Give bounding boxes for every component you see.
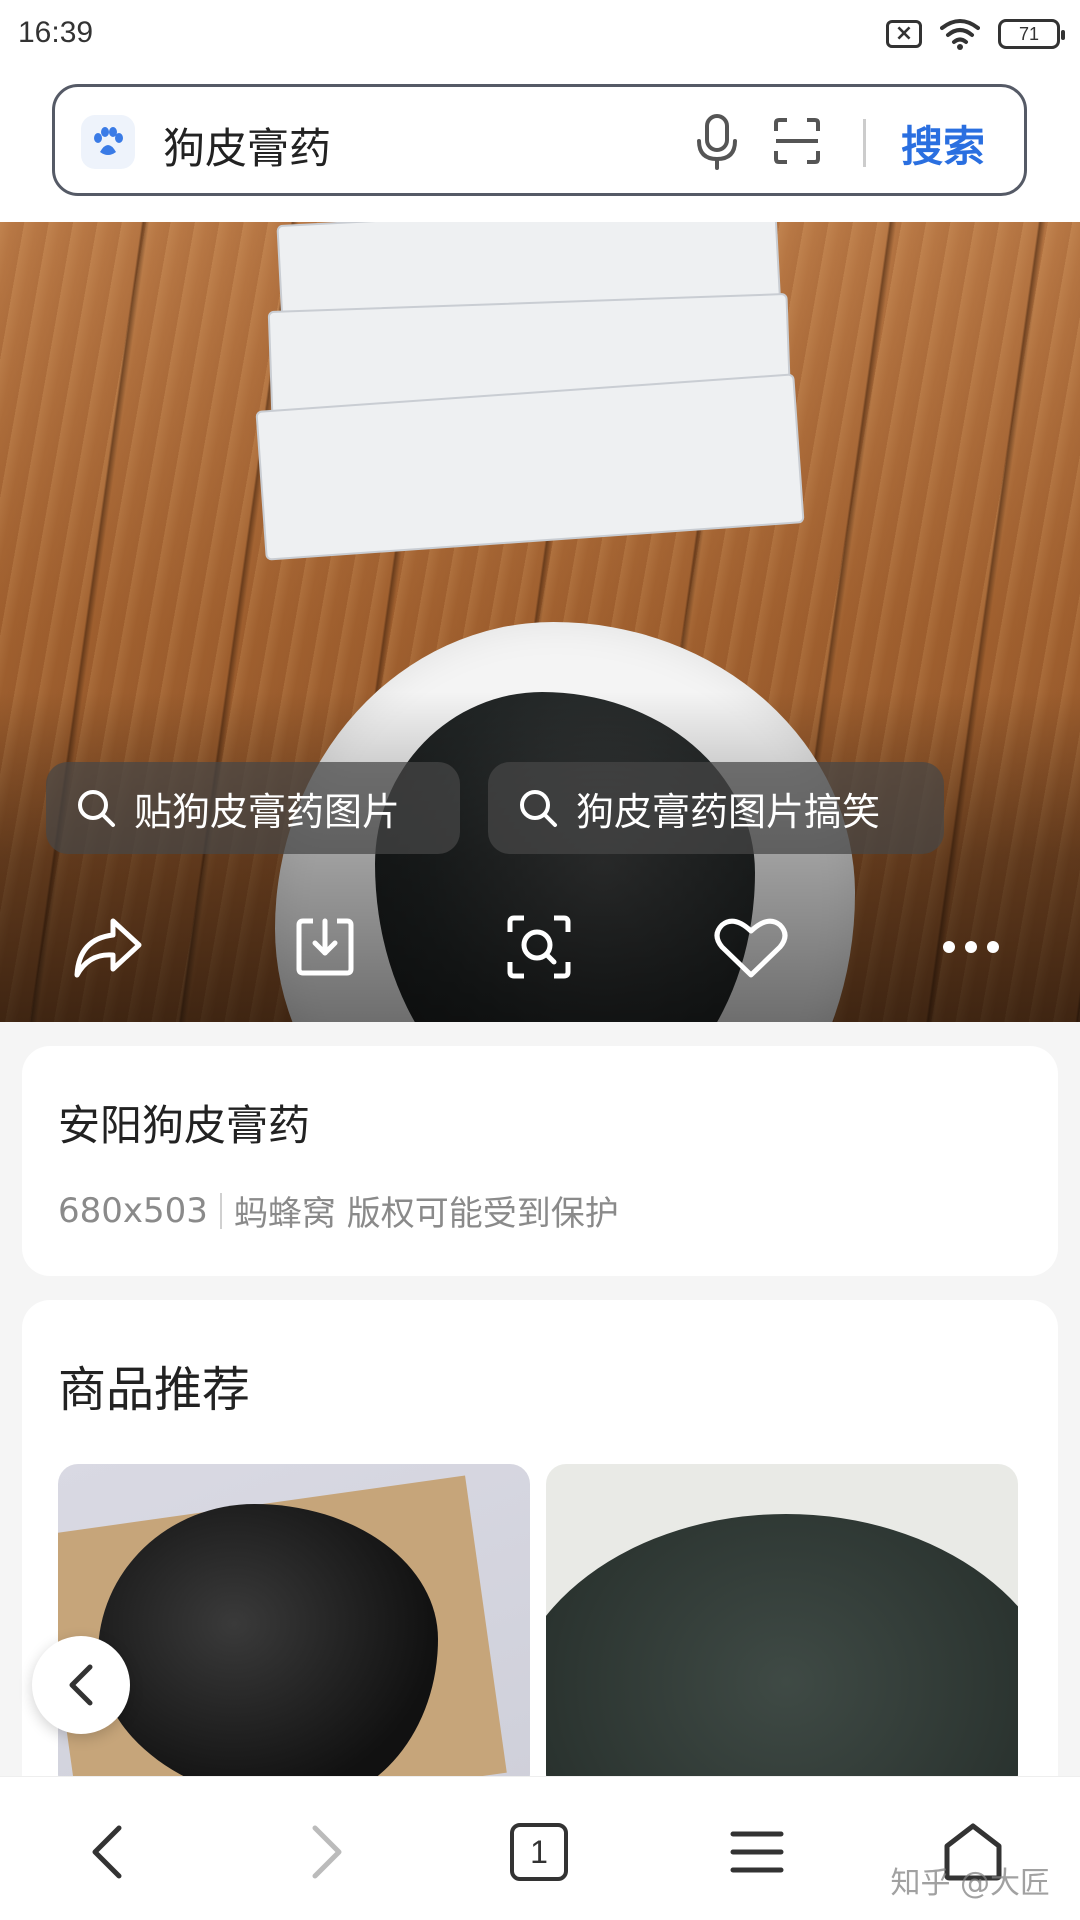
result-image[interactable]: 贴狗皮膏药图片 狗皮膏药图片搞笑 — [0, 222, 1080, 1022]
image-actions — [0, 902, 1080, 1002]
baidu-paw-icon — [81, 115, 135, 169]
back-icon[interactable] — [62, 1807, 152, 1897]
meta-divider — [219, 1192, 222, 1229]
download-icon[interactable] — [280, 902, 370, 992]
status-time: 16:39 — [18, 16, 94, 49]
related-search-label: 狗皮膏药图片搞笑 — [576, 789, 881, 834]
search-icon — [78, 790, 115, 827]
image-source: 蚂蜂窝 版权可能受到保护 — [233, 1194, 619, 1234]
microphone-icon[interactable] — [695, 113, 739, 175]
more-icon[interactable] — [926, 902, 1016, 992]
search-divider — [863, 119, 866, 167]
related-search-chip[interactable]: 贴狗皮膏药图片 — [46, 762, 460, 854]
section-title: 商品推荐 — [58, 1362, 251, 1418]
watermark: 知乎 @大匠 — [890, 1866, 1050, 1901]
scan-icon[interactable] — [773, 117, 821, 169]
image-paper-stack — [250, 222, 810, 632]
sim-off-icon: × — [886, 20, 922, 48]
chevron-left-icon — [69, 1664, 93, 1706]
wifi-icon — [940, 19, 980, 50]
image-title[interactable]: 安阳狗皮膏药 — [58, 1092, 310, 1153]
status-icons: × 71 — [886, 18, 1065, 50]
image-meta: 680x503 蚂蜂窝 版权可能受到保护 — [58, 1186, 619, 1235]
tabs-icon[interactable]: 1 — [494, 1807, 584, 1897]
product-thumbnail[interactable] — [546, 1464, 1018, 1794]
tab-count: 1 — [510, 1823, 568, 1881]
image-info-card: 安阳狗皮膏药 680x503 蚂蜂窝 版权可能受到保护 — [22, 1046, 1058, 1276]
search-icon — [520, 790, 557, 827]
search-box[interactable]: 狗皮膏药 搜索 — [52, 84, 1027, 196]
menu-icon[interactable] — [712, 1807, 802, 1897]
search-button[interactable]: 搜索 — [901, 113, 985, 174]
search-header: 狗皮膏药 搜索 — [0, 72, 1080, 222]
product-thumbnail[interactable] — [58, 1464, 530, 1794]
battery-indicator: 71 — [998, 19, 1065, 49]
battery-level: 71 — [1018, 23, 1040, 44]
floating-back-button[interactable] — [32, 1636, 130, 1734]
image-dimensions: 680x503 — [58, 1190, 208, 1231]
search-input[interactable]: 狗皮膏药 — [163, 115, 331, 176]
share-icon[interactable] — [62, 902, 152, 992]
related-search-label: 贴狗皮膏药图片 — [134, 789, 401, 834]
favorite-icon[interactable] — [706, 902, 796, 992]
forward-icon[interactable] — [282, 1807, 372, 1897]
image-search-icon[interactable] — [494, 902, 584, 992]
bottom-navigation: 1 知乎 @大匠 — [0, 1776, 1080, 1920]
status-bar: 16:39 × 71 — [0, 0, 1080, 72]
related-search-chip[interactable]: 狗皮膏药图片搞笑 — [488, 762, 944, 854]
